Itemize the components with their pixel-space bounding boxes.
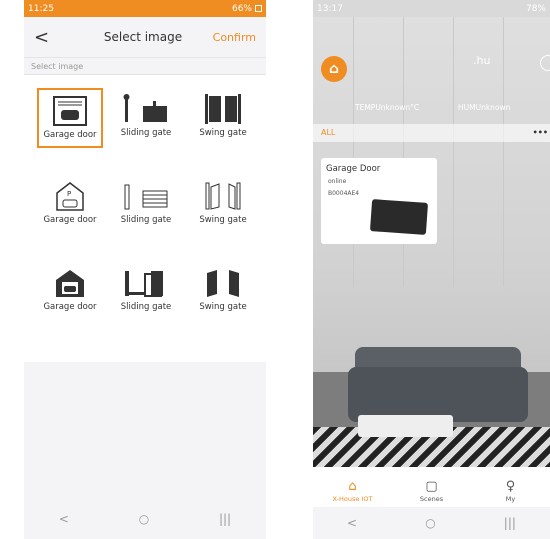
image-option-sliding-gate-1[interactable]: Sliding gate <box>113 88 179 148</box>
nav-item-home[interactable]: ⌂ X-House IOT <box>323 479 383 503</box>
option-label: Garage door <box>43 130 97 140</box>
status-bar: 11:25 66% <box>24 0 266 17</box>
nav-home-button[interactable]: ○ <box>139 512 149 526</box>
image-option-swing-gate-1[interactable]: Swing gate <box>190 88 256 148</box>
humidity-readout: HUMUnknown <box>458 103 511 112</box>
battery-icon <box>255 4 262 12</box>
nav-back-button[interactable]: < <box>347 516 357 530</box>
option-label: Garage door <box>43 215 97 225</box>
garage-door-icon <box>53 96 87 126</box>
sliding-gate-outline-icon <box>124 184 168 210</box>
nav-item-label: X-House IOT <box>332 495 373 503</box>
filter-bar: ALL ••• <box>313 124 550 142</box>
image-option-garage-door-2[interactable]: P Garage door <box>37 175 103 235</box>
nav-back-button[interactable]: < <box>59 512 69 526</box>
device-name: Garage Door <box>326 164 381 174</box>
bottom-nav: ⌂ X-House IOT ▢ Scenes ♀ My <box>313 467 550 507</box>
nav-item-scenes[interactable]: ▢ Scenes <box>402 479 462 503</box>
status-bar: 13:17 78% <box>313 0 550 17</box>
status-time: 13:17 <box>317 3 343 14</box>
sliding-gate-bold-icon <box>125 271 163 297</box>
image-option-swing-gate-2[interactable]: Swing gate <box>190 175 256 235</box>
image-option-garage-door-1[interactable]: Garage door <box>37 88 103 148</box>
home-screen: 13:17 78% ⌂ .hu TEMPUnknown°C HUMUnknown… <box>313 0 550 539</box>
nav-recent-button[interactable]: ||| <box>219 512 231 526</box>
garage-parking-icon: P <box>56 182 84 211</box>
image-grid: Garage door Sliding gate Swing gate P Ga… <box>24 75 266 362</box>
nav-item-label: Scenes <box>419 495 444 503</box>
nav-home-button[interactable]: ○ <box>425 516 435 530</box>
username: .hu <box>473 54 491 67</box>
more-button[interactable]: ••• <box>533 124 548 142</box>
system-nav-bar: < ○ ||| <box>313 507 550 539</box>
back-button[interactable]: < <box>34 27 74 48</box>
swing-gate-bold-icon <box>207 270 239 297</box>
person-icon: ♀ <box>505 479 516 494</box>
temperature-readout: TEMPUnknown°C <box>355 103 420 112</box>
device-image <box>369 199 429 235</box>
status-battery: 66% <box>231 3 252 14</box>
page-title: Select image <box>103 30 183 44</box>
option-label: Sliding gate <box>120 215 172 225</box>
option-label: Swing gate <box>199 128 247 138</box>
option-label: Swing gate <box>199 302 247 312</box>
device-id: B0004AE4 <box>328 190 360 197</box>
device-card[interactable]: Garage Door online B0004AE4 <box>321 158 437 244</box>
nav-item-label: My <box>505 495 516 503</box>
home-icon: ⌂ <box>348 479 357 494</box>
system-nav-bar: < ○ ||| <box>24 499 266 539</box>
confirm-button[interactable]: Confirm <box>212 31 256 44</box>
section-label: Select image <box>24 57 266 75</box>
status-time: 11:25 <box>28 3 54 14</box>
image-option-swing-gate-3[interactable]: Swing gate <box>190 262 256 322</box>
swing-gate-outline-icon <box>205 182 241 210</box>
option-label: Sliding gate <box>120 302 172 312</box>
nav-recent-button[interactable]: ||| <box>504 516 516 530</box>
sliding-gate-icon <box>123 94 167 122</box>
tab-all[interactable]: ALL <box>321 128 335 137</box>
image-option-garage-door-3[interactable]: Garage door <box>37 262 103 322</box>
image-option-sliding-gate-2[interactable]: Sliding gate <box>113 175 179 235</box>
add-icon[interactable] <box>540 55 550 71</box>
option-label: Sliding gate <box>120 128 172 138</box>
header: < Select image Confirm <box>24 17 266 57</box>
option-label: Garage door <box>43 302 97 312</box>
select-image-screen: 11:25 66% < Select image Confirm Select … <box>24 0 266 539</box>
device-status: online <box>328 178 347 185</box>
svg-text:P: P <box>67 190 71 198</box>
status-battery: 78% <box>525 3 546 14</box>
scenes-icon: ▢ <box>425 479 438 494</box>
swing-gate-icon <box>205 94 241 124</box>
nav-item-my[interactable]: ♀ My <box>481 479 541 503</box>
garage-car-icon <box>56 270 84 297</box>
app-logo: ⌂ <box>321 56 347 82</box>
option-label: Swing gate <box>199 215 247 225</box>
image-option-sliding-gate-3[interactable]: Sliding gate <box>113 262 179 322</box>
